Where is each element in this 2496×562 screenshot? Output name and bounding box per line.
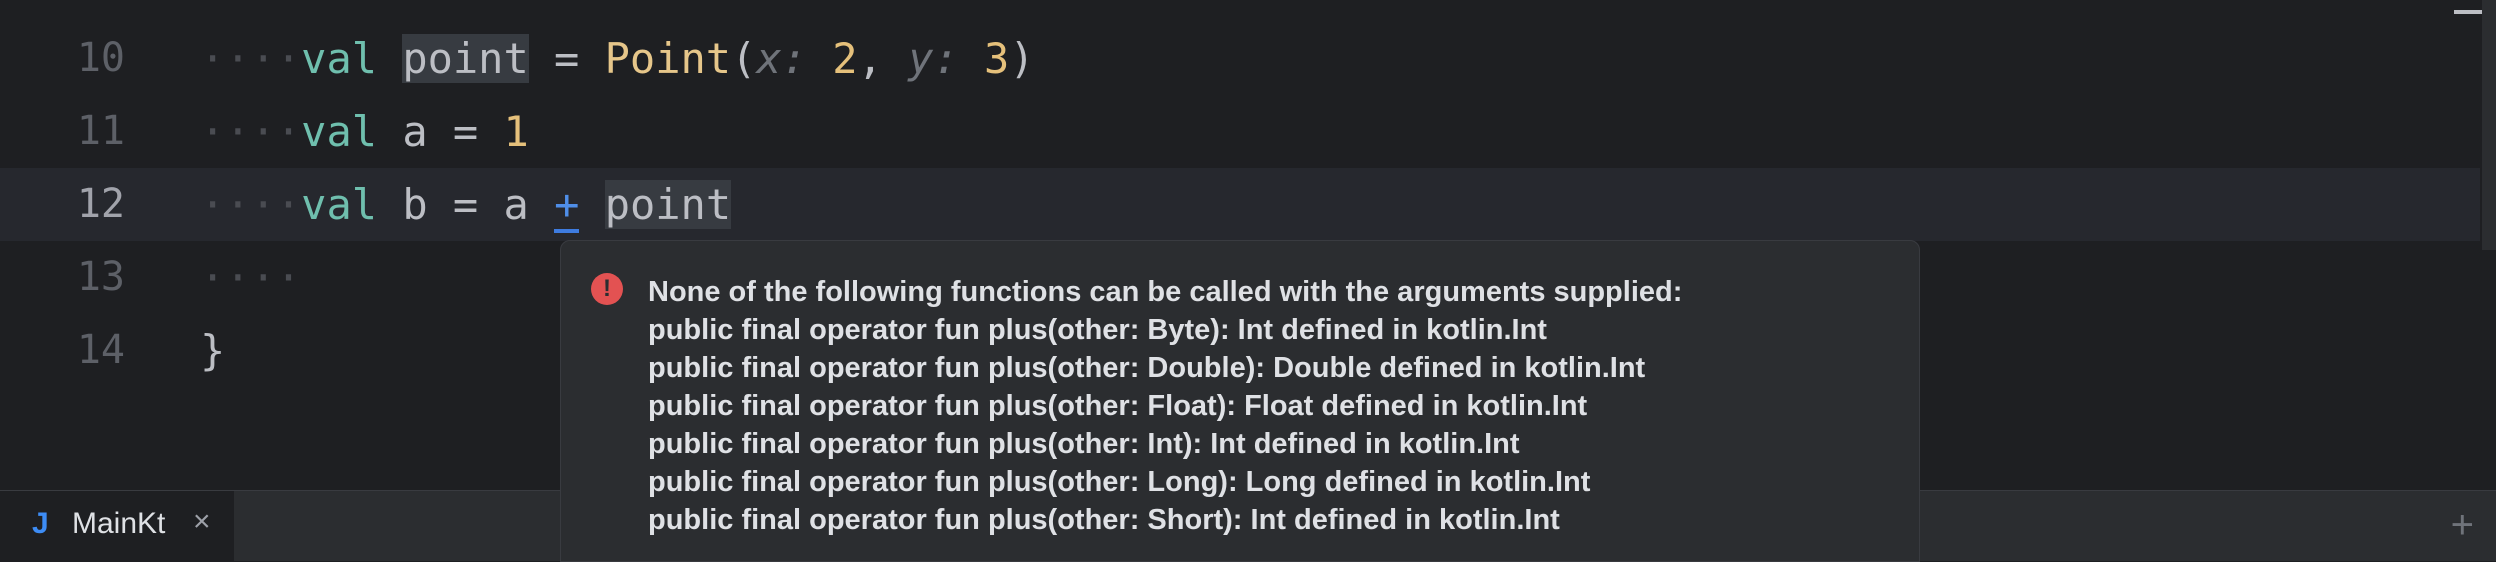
paren: ) (1009, 34, 1035, 83)
error-operator[interactable]: + (554, 180, 580, 233)
error-line: public final operator fun plus(other: Fl… (648, 390, 1588, 422)
parameter-hint: x: (756, 34, 807, 83)
error-line: public final operator fun plus(other: Lo… (648, 466, 1591, 498)
code-text: ····val point = Point(x: 2, y: 3) (200, 34, 1035, 83)
keyword: val (301, 107, 378, 156)
line-number: 12 (76, 181, 125, 227)
line-number: 11 (76, 108, 125, 154)
constructor-call[interactable]: Point (605, 34, 731, 83)
error-line: None of the following functions can be c… (648, 276, 1683, 308)
code-text: } (200, 314, 225, 387)
error-line: public final operator fun plus(other: Do… (648, 352, 1646, 384)
operator: = (554, 34, 580, 83)
variable-reference[interactable]: a (504, 180, 529, 229)
code-text: ····val b = a + point (200, 168, 732, 241)
variable-reference[interactable]: point (604, 180, 732, 229)
closing-brace: } (200, 326, 226, 375)
code-text: ····val a = 1 (200, 95, 529, 168)
number-literal: 3 (984, 34, 1010, 83)
error-message: None of the following functions can be c… (648, 273, 1682, 539)
indent-whitespace: ···· (200, 107, 302, 156)
variable-name[interactable]: a (402, 107, 427, 156)
number-literal: 2 (832, 34, 858, 83)
tab-label: MainKt (72, 507, 166, 540)
variable-name[interactable]: point (402, 34, 529, 83)
exclamation-circle-icon: ! (591, 273, 623, 305)
code-line-12[interactable]: 12 ····val b = a + point (0, 168, 2480, 241)
add-tab-button[interactable]: + (2451, 503, 2474, 548)
error-tooltip[interactable]: ! None of the following functions can be… (560, 240, 1920, 562)
indent-whitespace: ···· (200, 34, 302, 83)
number-literal: 1 (503, 107, 529, 156)
operator: = (452, 180, 479, 229)
keyword: val (301, 34, 378, 83)
tab-mainkt[interactable]: J MainKt × (0, 491, 234, 561)
code-text: ···· (200, 241, 301, 314)
parameter-hint: y: (908, 34, 959, 83)
error-line: public final operator fun plus(other: Sh… (648, 504, 1560, 536)
indent-whitespace: ···· (200, 253, 302, 302)
close-icon[interactable]: × (193, 505, 211, 539)
line-number: 13 (76, 254, 125, 300)
vertical-scrollbar[interactable] (2482, 0, 2496, 250)
code-line-10[interactable]: 10 ····val point = Point(x: 2, y: 3) (0, 22, 2480, 95)
indent-whitespace: ···· (200, 180, 302, 229)
line-number: 14 (76, 327, 125, 373)
error-line: public final operator fun plus(other: In… (648, 428, 1520, 460)
kotlin-file-icon: J (32, 507, 49, 540)
comma: , (857, 34, 883, 83)
error-line: public final operator fun plus(other: By… (648, 314, 1547, 346)
code-line-11[interactable]: 11 ····val a = 1 (0, 95, 2480, 168)
line-number: 10 (76, 35, 125, 81)
operator: = (452, 107, 479, 156)
variable-name[interactable]: b (402, 180, 427, 229)
scroll-marker (2454, 10, 2482, 14)
keyword: val (301, 180, 378, 229)
